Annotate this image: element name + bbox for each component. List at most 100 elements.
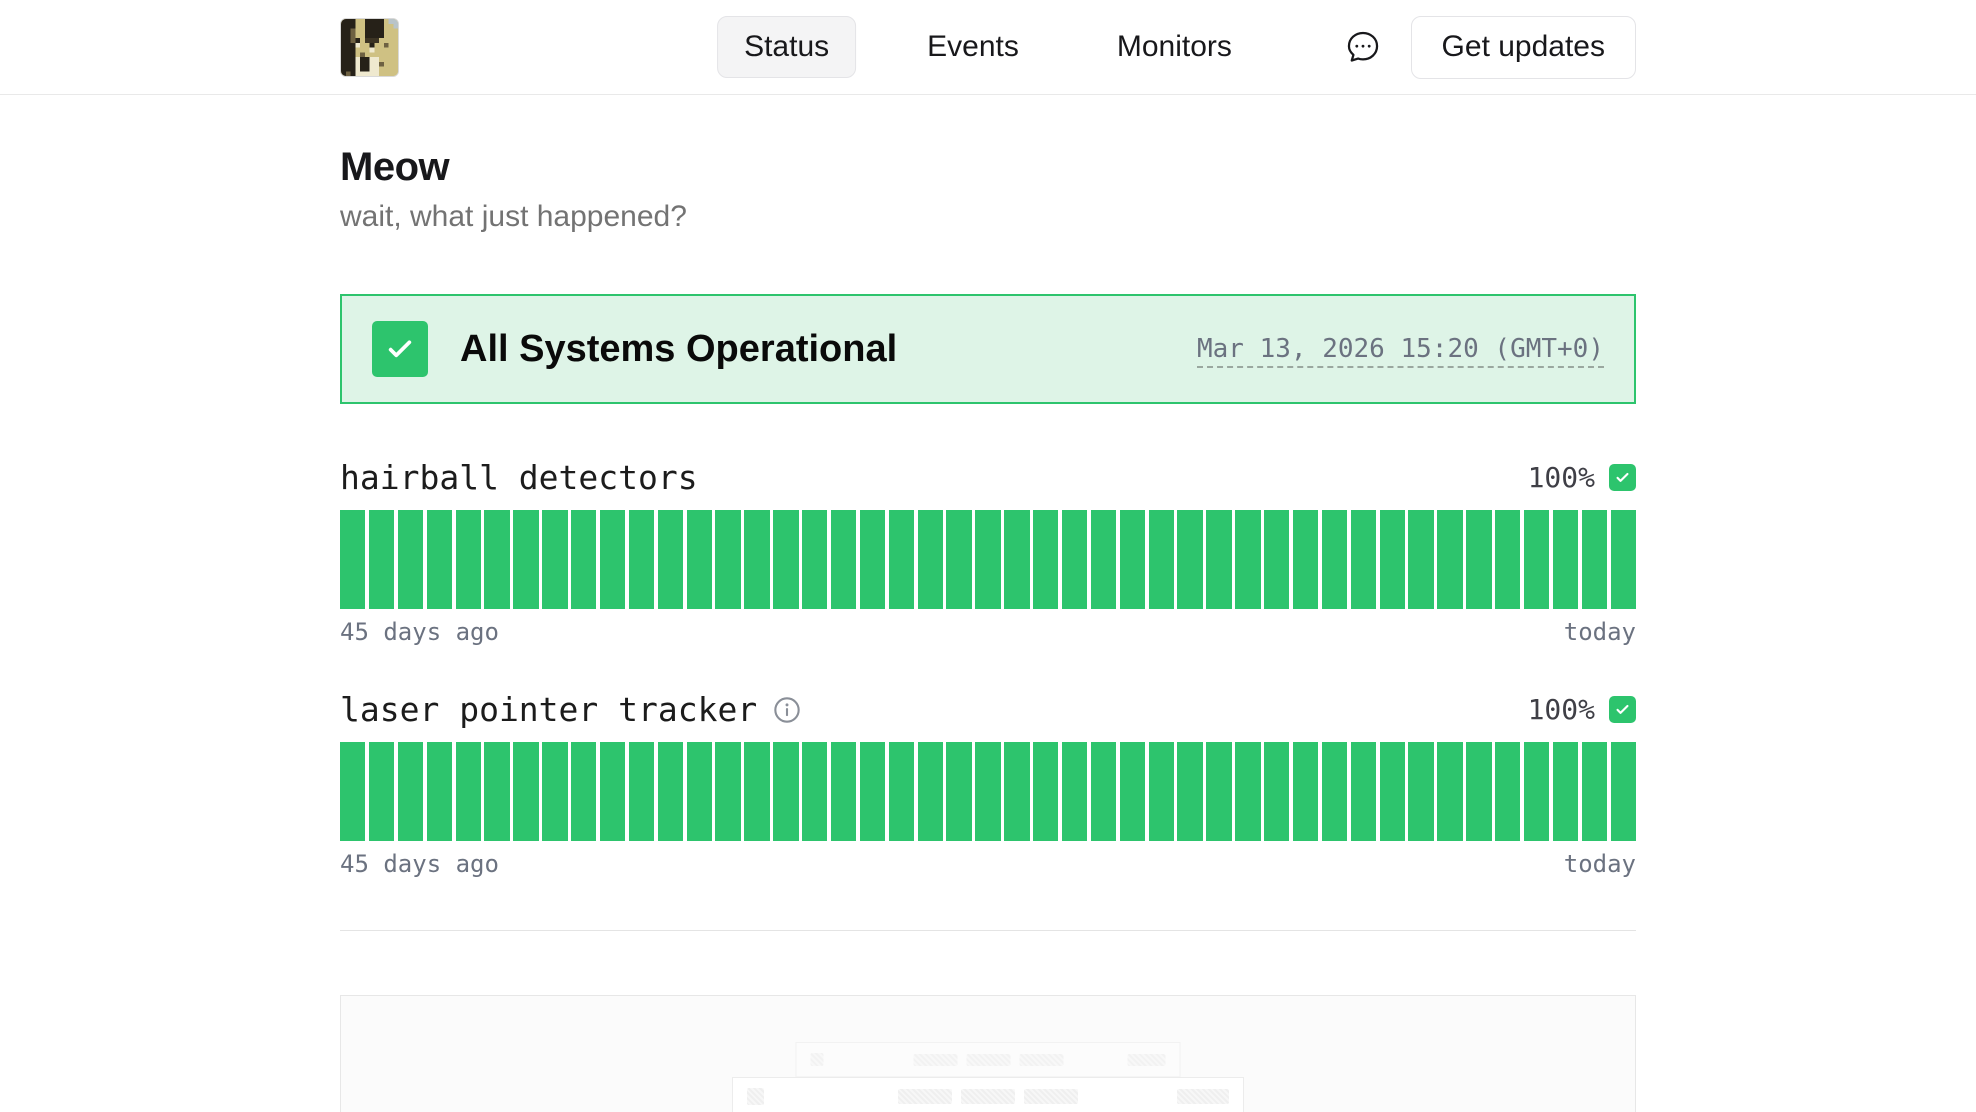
uptime-bar[interactable] <box>889 742 914 841</box>
feedback-chat-bubble-icon[interactable] <box>1345 29 1381 65</box>
uptime-bar[interactable] <box>369 510 394 609</box>
uptime-bar[interactable] <box>513 510 538 609</box>
uptime-bar[interactable] <box>542 510 567 609</box>
uptime-bar[interactable] <box>1235 510 1260 609</box>
uptime-bar[interactable] <box>1351 742 1376 841</box>
uptime-bar[interactable] <box>571 742 596 841</box>
uptime-bar[interactable] <box>456 510 481 609</box>
uptime-bar[interactable] <box>1149 510 1174 609</box>
uptime-bar[interactable] <box>1408 510 1433 609</box>
uptime-bar[interactable] <box>1206 510 1231 609</box>
uptime-bar[interactable] <box>340 510 365 609</box>
uptime-bar[interactable] <box>975 742 1000 841</box>
uptime-bar[interactable] <box>1235 742 1260 841</box>
uptime-bar[interactable] <box>1351 510 1376 609</box>
uptime-bar[interactable] <box>1466 742 1491 841</box>
uptime-bar[interactable] <box>1120 742 1145 841</box>
uptime-bar[interactable] <box>889 510 914 609</box>
uptime-bar[interactable] <box>398 742 423 841</box>
uptime-bar[interactable] <box>1495 510 1520 609</box>
uptime-bar[interactable] <box>1524 742 1549 841</box>
uptime-bar[interactable] <box>629 510 654 609</box>
uptime-bar[interactable] <box>744 742 769 841</box>
uptime-bar[interactable] <box>600 510 625 609</box>
uptime-bar[interactable] <box>1033 510 1058 609</box>
uptime-bar[interactable] <box>773 742 798 841</box>
uptime-bar[interactable] <box>1495 742 1520 841</box>
uptime-bar[interactable] <box>571 510 596 609</box>
uptime-bar[interactable] <box>1553 742 1578 841</box>
site-logo-cat[interactable] <box>340 18 399 77</box>
uptime-bar[interactable] <box>1582 742 1607 841</box>
uptime-bar[interactable] <box>744 510 769 609</box>
uptime-bar[interactable] <box>715 742 740 841</box>
uptime-bar[interactable] <box>975 510 1000 609</box>
uptime-bar[interactable] <box>1264 510 1289 609</box>
uptime-bar[interactable] <box>1437 742 1462 841</box>
uptime-bar[interactable] <box>340 742 365 841</box>
uptime-bar[interactable] <box>542 742 567 841</box>
tab-status[interactable]: Status <box>717 16 856 78</box>
uptime-bar[interactable] <box>1062 742 1087 841</box>
get-updates-button[interactable]: Get updates <box>1411 16 1636 79</box>
uptime-bar[interactable] <box>946 742 971 841</box>
uptime-bar[interactable] <box>629 742 654 841</box>
uptime-bar[interactable] <box>484 510 509 609</box>
uptime-bar[interactable] <box>1611 742 1636 841</box>
uptime-bar[interactable] <box>600 742 625 841</box>
uptime-bar[interactable] <box>773 510 798 609</box>
uptime-bar[interactable] <box>802 510 827 609</box>
uptime-bar[interactable] <box>1091 510 1116 609</box>
uptime-bar[interactable] <box>1380 742 1405 841</box>
uptime-bar[interactable] <box>369 742 394 841</box>
uptime-bar[interactable] <box>1437 510 1462 609</box>
uptime-bar[interactable] <box>1322 742 1347 841</box>
uptime-bar[interactable] <box>1466 510 1491 609</box>
uptime-bar[interactable] <box>946 510 971 609</box>
section-divider <box>340 930 1636 931</box>
uptime-bar[interactable] <box>1120 510 1145 609</box>
uptime-bar[interactable] <box>918 742 943 841</box>
banner-timestamp[interactable]: Mar 13, 2026 15:20 (GMT+0) <box>1197 334 1604 364</box>
uptime-bar[interactable] <box>1380 510 1405 609</box>
uptime-bar[interactable] <box>687 742 712 841</box>
info-icon[interactable] <box>773 696 801 724</box>
uptime-bar[interactable] <box>1004 510 1029 609</box>
uptime-bar[interactable] <box>427 742 452 841</box>
uptime-bar[interactable] <box>687 510 712 609</box>
uptime-bar[interactable] <box>1322 510 1347 609</box>
uptime-bar[interactable] <box>1553 510 1578 609</box>
uptime-bar[interactable] <box>831 742 856 841</box>
uptime-bar[interactable] <box>1408 742 1433 841</box>
uptime-bar[interactable] <box>831 510 856 609</box>
uptime-bar[interactable] <box>715 510 740 609</box>
uptime-bar[interactable] <box>1524 510 1549 609</box>
uptime-bar[interactable] <box>484 742 509 841</box>
tab-events[interactable]: Events <box>900 16 1046 78</box>
uptime-bar[interactable] <box>658 510 683 609</box>
uptime-bar[interactable] <box>918 510 943 609</box>
uptime-bar[interactable] <box>1177 510 1202 609</box>
uptime-bar[interactable] <box>1264 742 1289 841</box>
uptime-bar[interactable] <box>860 742 885 841</box>
uptime-bar[interactable] <box>1611 510 1636 609</box>
uptime-bar[interactable] <box>398 510 423 609</box>
uptime-bar[interactable] <box>802 742 827 841</box>
tab-monitors[interactable]: Monitors <box>1090 16 1259 78</box>
uptime-bar[interactable] <box>1293 510 1318 609</box>
uptime-bar[interactable] <box>1293 742 1318 841</box>
uptime-bar[interactable] <box>456 742 481 841</box>
uptime-bar[interactable] <box>1177 742 1202 841</box>
uptime-bar[interactable] <box>427 510 452 609</box>
range-start-label: 45 days ago <box>340 618 499 646</box>
uptime-bar[interactable] <box>1582 510 1607 609</box>
uptime-bar[interactable] <box>1091 742 1116 841</box>
uptime-bar[interactable] <box>1206 742 1231 841</box>
uptime-bar[interactable] <box>1004 742 1029 841</box>
uptime-bar[interactable] <box>860 510 885 609</box>
uptime-bar[interactable] <box>658 742 683 841</box>
uptime-bar[interactable] <box>1149 742 1174 841</box>
uptime-bar[interactable] <box>1062 510 1087 609</box>
uptime-bar[interactable] <box>513 742 538 841</box>
uptime-bar[interactable] <box>1033 742 1058 841</box>
